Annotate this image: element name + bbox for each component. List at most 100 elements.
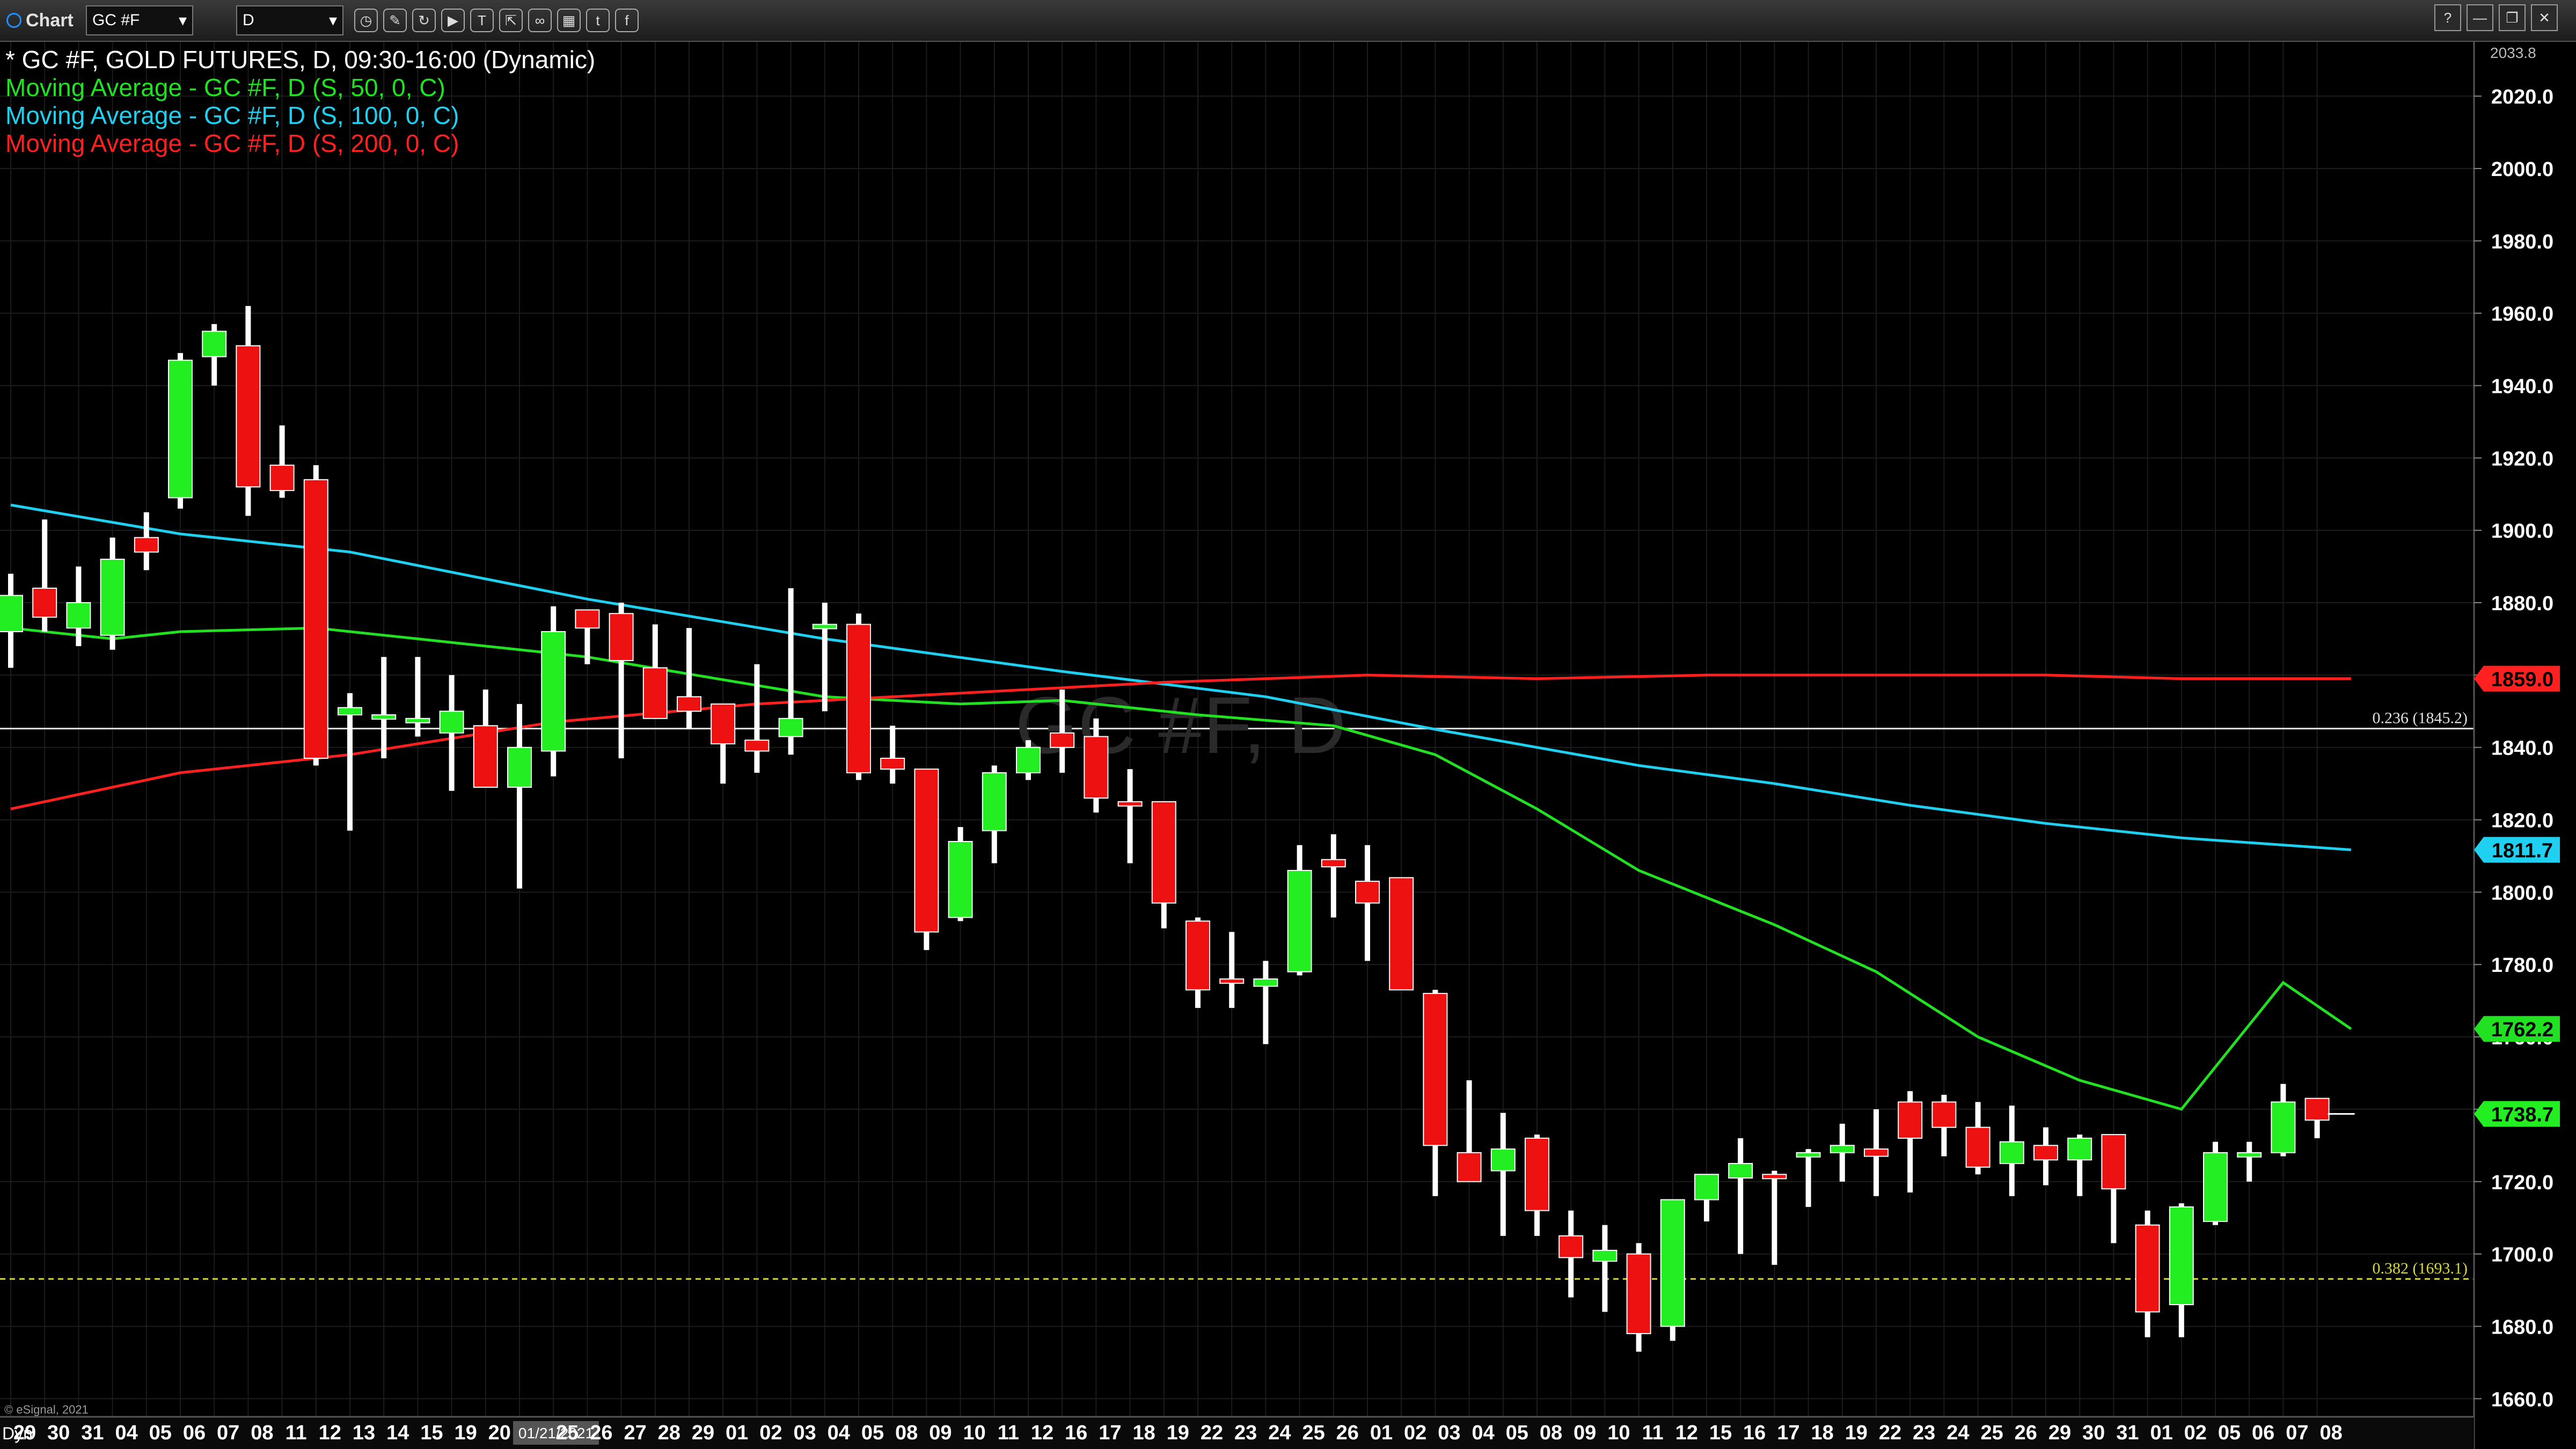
candle-body	[1965, 1126, 1990, 1168]
candle-wick	[686, 628, 692, 729]
x-tick-label: 15	[1709, 1422, 1732, 1444]
close-button[interactable]: ✕	[2531, 4, 2558, 31]
ma-line-100	[10, 503, 2351, 851]
x-tick-label: 12	[1031, 1422, 1053, 1444]
x-tick-label: 07	[217, 1422, 239, 1444]
candle	[1287, 845, 1312, 976]
y-tick-label: 1820.0	[2491, 810, 2553, 832]
candle-body	[677, 696, 701, 712]
x-tick-label: 02	[759, 1422, 782, 1444]
candle	[100, 537, 125, 650]
candle-body	[609, 613, 634, 661]
candle	[2067, 1135, 2092, 1196]
candle-body	[1084, 736, 1109, 799]
candle-body	[338, 707, 362, 716]
clock-icon[interactable]: ◷	[354, 9, 378, 32]
candle-body	[100, 559, 125, 636]
candle-body	[269, 464, 295, 492]
candle	[2237, 1141, 2262, 1182]
candle	[1117, 769, 1143, 863]
x-tick-label: 08	[895, 1422, 918, 1444]
candle-body	[1321, 859, 1346, 868]
chevron-down-icon[interactable]: ▾	[329, 11, 337, 30]
candle	[2304, 1097, 2330, 1138]
candle-wick	[415, 657, 421, 737]
candle-body	[405, 718, 430, 723]
x-tick-label: 19	[454, 1422, 477, 1444]
candle-body	[1558, 1235, 1584, 1258]
candle	[1965, 1102, 1990, 1175]
candle-body	[1219, 978, 1245, 984]
candle	[880, 726, 905, 784]
candle	[32, 519, 57, 632]
x-tick-label: 16	[1065, 1422, 1087, 1444]
candle-wick	[754, 664, 760, 773]
x-tick-label: 17	[1777, 1422, 1799, 1444]
price-tag-label: 1762.2	[2491, 1019, 2553, 1041]
candle-body	[575, 609, 600, 629]
candle	[541, 606, 566, 777]
candle	[1185, 917, 1210, 1008]
candle	[677, 628, 701, 729]
candle-body	[1423, 993, 1448, 1146]
x-tick-label: 30	[47, 1422, 70, 1444]
y-tick-label: 2000.0	[2491, 158, 2553, 181]
y-top-label: 2033.8	[2490, 45, 2536, 61]
play-icon[interactable]: ▶	[441, 9, 465, 32]
x-tick-label: 26	[2015, 1422, 2037, 1444]
help-button[interactable]: ?	[2434, 4, 2461, 31]
candle-body	[439, 711, 464, 734]
y-tick-label: 1960.0	[2491, 303, 2553, 326]
x-tick-label: 25	[1980, 1422, 2003, 1444]
link-icon[interactable]: ∞	[528, 9, 552, 32]
x-tick-label: 22	[1879, 1422, 1901, 1444]
y-tick-label: 2020.0	[2491, 86, 2553, 108]
facebook-icon[interactable]: f	[615, 9, 639, 32]
candle-body	[1898, 1101, 1923, 1139]
interval-input[interactable]: D ▾	[236, 5, 343, 35]
x-tick-label: 10	[963, 1422, 985, 1444]
candle-body	[711, 703, 736, 744]
candle-body	[66, 602, 91, 629]
symbol-input[interactable]: GC #F ▾	[86, 5, 193, 35]
x-tick-label: 19	[1845, 1422, 1868, 1444]
candle-body	[303, 479, 328, 759]
y-tick-label: 1700.0	[2491, 1244, 2553, 1267]
candle	[1457, 1080, 1482, 1182]
x-tick-label: 07	[2286, 1422, 2308, 1444]
x-tick-label: 06	[183, 1422, 206, 1444]
candle	[1389, 877, 1414, 991]
price-chart[interactable]: 0.236 (1845.2)0.382 (1693.1) GC #F, D 16…	[0, 42, 2576, 1449]
candle-body	[642, 667, 668, 719]
pencil-icon[interactable]: ✎	[383, 9, 407, 32]
candle	[744, 664, 770, 773]
y-tick-label: 1660.0	[2491, 1388, 2553, 1411]
cursor-icon[interactable]: ⇱	[499, 9, 523, 32]
candle	[1219, 932, 1245, 1008]
candle-body	[1457, 1152, 1482, 1182]
x-tick-label: 08	[1540, 1422, 1562, 1444]
candle	[1355, 845, 1380, 961]
price-tag: 1762.2	[2474, 1016, 2560, 1042]
restore-button[interactable]: ❐	[2499, 4, 2526, 31]
minimize-button[interactable]: —	[2467, 4, 2493, 31]
twitter-icon[interactable]: t	[586, 9, 610, 32]
x-tick-label: 23	[1234, 1422, 1257, 1444]
x-tick-label: 03	[793, 1422, 816, 1444]
price-tag-label: 1859.0	[2491, 669, 2553, 691]
chevron-down-icon[interactable]: ▾	[179, 11, 187, 30]
candle-wick	[1263, 961, 1269, 1044]
x-tick-label: 25	[556, 1422, 579, 1444]
candle-wick	[1602, 1225, 1608, 1312]
candle	[1864, 1109, 1889, 1196]
candle	[303, 465, 328, 766]
candle-wick	[1738, 1138, 1744, 1254]
candle	[1253, 961, 1278, 1044]
text-icon[interactable]: T	[470, 9, 494, 32]
refresh-icon[interactable]: ↻	[412, 9, 436, 32]
layout-icon[interactable]: ▦	[557, 9, 581, 32]
candle-wick	[517, 704, 522, 889]
copyright-text: © eSignal, 2021	[4, 1403, 89, 1416]
y-tick-label: 1720.0	[2491, 1172, 2553, 1194]
candle	[1660, 1199, 1685, 1341]
